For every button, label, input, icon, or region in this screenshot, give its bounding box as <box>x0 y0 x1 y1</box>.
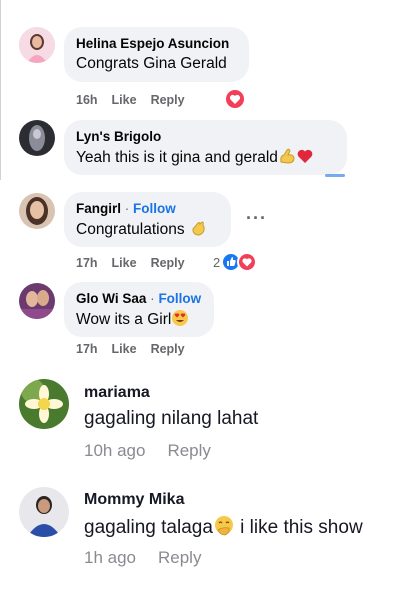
reply-link[interactable]: Reply <box>158 548 201 567</box>
avatar-image <box>19 193 55 229</box>
heart-reaction-icon <box>224 88 246 110</box>
comment-text: Congrats Gina Gerald <box>76 55 227 72</box>
comment-time[interactable]: 16h <box>76 93 98 107</box>
comment-text: Wow its a Girl <box>76 309 202 330</box>
follow-button[interactable]: Follow <box>133 201 176 216</box>
more-options-icon[interactable]: ··· <box>246 208 267 229</box>
avatar[interactable] <box>19 379 69 429</box>
commenter-name[interactable]: Glo Wi Saa <box>76 291 146 306</box>
separator-dot: · <box>124 201 130 216</box>
clapping-hands-emoji <box>192 221 205 236</box>
like-link[interactable]: Like <box>112 256 137 270</box>
like-link[interactable]: Like <box>112 93 137 107</box>
scroll-indicator <box>325 174 345 177</box>
comment-actions: 16h Like Reply <box>76 93 199 107</box>
flexed-biceps-emoji <box>280 148 295 164</box>
commenter-name[interactable]: Fangirl <box>76 201 121 216</box>
comment-bubble: Lyn's Brigolo Yeah this is it gina and g… <box>64 120 347 175</box>
comment-text-content: Congratulations <box>76 221 185 238</box>
avatar-image <box>19 283 55 319</box>
comment-text: gagaling nilang lahat <box>84 408 259 429</box>
thread-line <box>0 0 1 180</box>
smiling-face-hand-over-mouth-emoji <box>214 516 233 536</box>
commenter-name[interactable]: Helina Espejo Asuncion <box>76 35 237 52</box>
reaction-count: 2 <box>213 254 221 270</box>
comment-text: gagaling talaga i like this show <box>84 515 363 539</box>
commenter-name[interactable]: Mommy Mika <box>84 491 184 509</box>
comment-time: 1h ago <box>84 548 136 567</box>
avatar[interactable] <box>19 120 55 156</box>
like-link[interactable]: Like <box>112 342 137 356</box>
reaction-summary[interactable]: 2 <box>213 252 258 272</box>
comment-time: 10h ago <box>84 441 146 460</box>
separator-dot: · <box>150 291 155 306</box>
avatar[interactable] <box>19 193 55 229</box>
comment-time[interactable]: 17h <box>76 342 98 356</box>
comment-time[interactable]: 17h <box>76 256 98 270</box>
commenter-header: Glo Wi Saa · Follow <box>76 290 202 307</box>
comment-bubble: Glo Wi Saa · Follow Wow its a Girl <box>64 282 214 337</box>
reply-link[interactable]: Reply <box>151 93 185 107</box>
comment-bubble: Fangirl · Follow Congratulations <box>64 192 231 247</box>
comment-text: Congratulations <box>76 219 219 240</box>
avatar-image <box>19 487 69 537</box>
comment-actions: 1h ago Reply <box>84 548 223 568</box>
avatar[interactable] <box>19 487 69 537</box>
heart-reaction-icon <box>237 252 258 272</box>
avatar-image <box>19 27 55 63</box>
comment-actions: 10h ago Reply <box>84 441 233 461</box>
avatar[interactable] <box>19 283 55 319</box>
reply-link[interactable]: Reply <box>167 441 210 460</box>
avatar-image <box>19 120 55 156</box>
heart-eyes-emoji <box>172 310 189 326</box>
red-heart-emoji <box>297 149 313 163</box>
commenter-name[interactable]: Lyn's Brigolo <box>76 128 335 145</box>
comment-text-content: i like this show <box>240 517 363 538</box>
reply-link[interactable]: Reply <box>151 256 185 270</box>
commenter-header: Fangirl · Follow <box>76 200 219 217</box>
comment-text-content: Yeah this is it gina and gerald <box>76 149 278 166</box>
comment-text-content: Wow its a Girl <box>76 311 172 328</box>
avatar[interactable] <box>19 27 55 63</box>
reply-link[interactable]: Reply <box>151 342 185 356</box>
comment-actions: 17h Like Reply <box>76 256 199 270</box>
comment-bubble: Helina Espejo Asuncion Congrats Gina Ger… <box>64 27 249 82</box>
follow-button[interactable]: Follow <box>158 291 201 306</box>
avatar-image <box>19 379 69 429</box>
reaction-summary[interactable] <box>224 88 246 110</box>
comment-text: Yeah this is it gina and gerald <box>76 147 335 168</box>
comment-text-content: gagaling talaga <box>84 517 213 538</box>
commenter-name[interactable]: mariama <box>84 384 150 402</box>
comment-actions: 17h Like Reply <box>76 342 199 356</box>
